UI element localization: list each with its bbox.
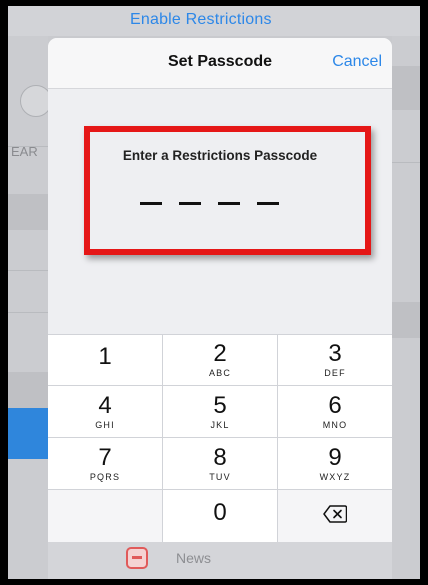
red-highlight-box	[84, 126, 371, 255]
key-letters: GHI	[95, 419, 115, 430]
divider	[8, 146, 48, 147]
screen: Enable Restrictions EAR News Set Passcod…	[8, 6, 420, 579]
divider	[8, 270, 48, 271]
key-digit: 2	[213, 340, 227, 367]
divider	[8, 312, 48, 313]
background-list-left: EAR	[8, 36, 52, 579]
news-label: News	[176, 550, 212, 566]
numeric-keypad: 1 2 ABC 3 DEF 4 GHI 5 JKL 6 MNO 7 PQRS 8…	[48, 334, 392, 542]
key-4[interactable]: 4 GHI	[48, 386, 162, 437]
enable-restrictions-link[interactable]: Enable Restrictions	[130, 11, 272, 29]
backspace-icon	[323, 505, 347, 523]
section-gap	[392, 66, 420, 110]
key-digit: 5	[213, 391, 227, 419]
divider	[392, 162, 420, 163]
key-letters: WXYZ	[319, 471, 351, 482]
section-gap	[392, 302, 420, 338]
section-gap	[8, 194, 48, 230]
key-letters: JKL	[210, 419, 230, 430]
key-digit: 3	[328, 340, 342, 367]
key-digit: 0	[213, 499, 227, 526]
key-1[interactable]: 1	[48, 335, 162, 385]
key-letters: MNO	[322, 419, 348, 430]
key-digit: 7	[98, 443, 112, 471]
key-digit: 1	[98, 343, 112, 370]
key-digit: 9	[328, 443, 342, 471]
selected-row-highlight	[8, 408, 48, 459]
background-bottom-row	[48, 542, 392, 579]
delete-button[interactable]	[278, 490, 392, 542]
key-digit: 6	[328, 391, 342, 419]
key-digit: 4	[98, 391, 112, 419]
cancel-button[interactable]: Cancel	[332, 53, 382, 71]
section-gap	[8, 372, 48, 408]
key-digit: 8	[213, 443, 227, 471]
key-letters: DEF	[324, 368, 346, 378]
news-app-icon	[126, 547, 148, 569]
key-8[interactable]: 8 TUV	[163, 438, 277, 489]
key-letters: TUV	[209, 471, 231, 482]
key-6[interactable]: 6 MNO	[278, 386, 392, 437]
key-letters: ABC	[208, 368, 232, 378]
key-5[interactable]: 5 JKL	[163, 386, 277, 437]
key-3[interactable]: 3 DEF	[278, 335, 392, 385]
key-2[interactable]: 2 ABC	[163, 335, 277, 385]
navigation-bar: Set Passcode Cancel	[48, 38, 392, 89]
key-letters: PQRS	[89, 471, 121, 482]
key-0[interactable]: 0	[163, 490, 277, 542]
set-passcode-sheet: Set Passcode Cancel Enter a Restrictions…	[48, 38, 392, 542]
background-list-right	[392, 36, 420, 579]
key-7[interactable]: 7 PQRS	[48, 438, 162, 489]
empty-key	[48, 490, 162, 542]
key-9[interactable]: 9 WXYZ	[278, 438, 392, 489]
